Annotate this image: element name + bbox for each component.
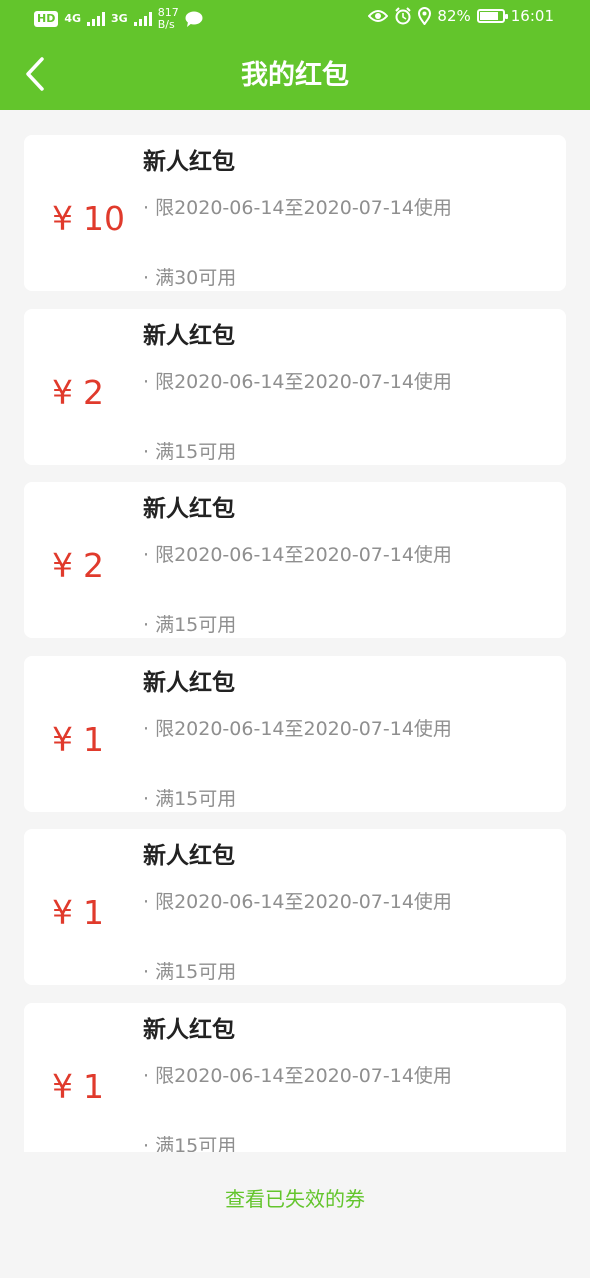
coupon-title: 新人红包 <box>143 843 235 869</box>
amount-value: 1 <box>83 719 104 759</box>
amount-value: 1 <box>83 893 104 932</box>
message-icon <box>185 11 203 27</box>
location-icon <box>418 7 432 25</box>
signal-icon <box>87 12 106 26</box>
coupon-validity: · 限2020-06-14至2020-07-14使用 <box>143 370 452 393</box>
signal-type-1: 4G <box>64 12 82 25</box>
coupon-card[interactable]: ¥1 新人红包 · 限2020-06-14至2020-07-14使用 · 满15… <box>24 655 566 812</box>
view-expired-coupons-link[interactable]: 查看已失效的券 <box>0 1182 590 1216</box>
currency-symbol: ¥ <box>52 1066 73 1106</box>
coupon-amount: ¥10 <box>52 199 125 239</box>
eye-icon <box>368 10 389 22</box>
currency-symbol: ¥ <box>52 199 73 238</box>
battery-percentage: 82% <box>437 7 471 25</box>
status-bar: HD 4G 3G 817 B/s 82% 16:01 <box>0 0 590 40</box>
currency-symbol: ¥ <box>52 372 73 412</box>
coupon-condition: · 满15可用 <box>143 440 237 463</box>
coupon-condition: · 满15可用 <box>143 614 237 636</box>
coupon-title: 新人红包 <box>143 149 235 175</box>
coupon-amount: ¥1 <box>52 1067 104 1107</box>
battery-level-fill <box>479 12 498 20</box>
coupon-validity: · 限2020-06-14至2020-07-14使用 <box>143 544 452 566</box>
coupon-condition: · 满15可用 <box>143 961 237 983</box>
clock: 16:01 <box>510 7 554 25</box>
coupon-condition: · 满30可用 <box>143 267 237 289</box>
coupon-amount: ¥1 <box>52 720 104 760</box>
alarm-icon <box>395 7 412 25</box>
amount-value: 1 <box>83 1066 104 1106</box>
amount-value: 2 <box>83 372 104 412</box>
coupon-amount: ¥2 <box>52 546 104 586</box>
coupon-validity: · 限2020-06-14至2020-07-14使用 <box>143 891 452 913</box>
coupon-card[interactable]: ¥1 新人红包 · 限2020-06-14至2020-07-14使用 · 满15… <box>24 829 566 985</box>
coupon-amount: ¥2 <box>52 373 104 413</box>
coupon-card[interactable]: ¥2 新人红包 · 限2020-06-14至2020-07-14使用 · 满15… <box>24 308 566 465</box>
status-right: 82% 16:01 <box>368 7 554 25</box>
battery-icon <box>476 9 508 23</box>
coupon-amount: ¥1 <box>52 893 104 933</box>
coupon-validity: · 限2020-06-14至2020-07-14使用 <box>143 1064 452 1087</box>
coupon-title: 新人红包 <box>143 1016 235 1043</box>
app-header: HD 4G 3G 817 B/s 82% 16:01 我的红包 <box>0 0 590 110</box>
coupon-title: 新人红包 <box>143 669 235 696</box>
network-speed-unit: B/s <box>157 18 175 31</box>
coupon-title: 新人红包 <box>143 322 235 349</box>
status-left: HD 4G 3G 817 B/s <box>34 7 203 31</box>
coupon-validity: · 限2020-06-14至2020-07-14使用 <box>143 717 452 740</box>
page-title: 我的红包 <box>241 60 349 91</box>
network-speed: 817 B/s <box>158 7 179 31</box>
coupon-card[interactable]: ¥10 新人红包 · 限2020-06-14至2020-07-14使用 · 满3… <box>24 135 566 291</box>
coupon-title: 新人红包 <box>143 496 235 522</box>
coupon-condition: · 满15可用 <box>143 1134 237 1153</box>
coupon-list[interactable]: ¥10 新人红包 · 限2020-06-14至2020-07-14使用 · 满3… <box>24 135 566 1152</box>
signal-icon-2 <box>133 12 152 26</box>
amount-value: 2 <box>83 546 104 585</box>
hd-badge: HD <box>34 11 59 27</box>
currency-symbol: ¥ <box>52 719 73 759</box>
coupon-validity: · 限2020-06-14至2020-07-14使用 <box>143 197 452 219</box>
currency-symbol: ¥ <box>52 546 73 585</box>
amount-value: 10 <box>83 199 125 238</box>
currency-symbol: ¥ <box>52 893 73 932</box>
coupon-card[interactable]: ¥2 新人红包 · 限2020-06-14至2020-07-14使用 · 满15… <box>24 482 566 638</box>
coupon-card[interactable]: ¥1 新人红包 · 限2020-06-14至2020-07-14使用 · 满15… <box>24 1002 566 1153</box>
coupon-condition: · 满15可用 <box>143 787 237 810</box>
signal-type-2: 3G <box>111 12 128 25</box>
